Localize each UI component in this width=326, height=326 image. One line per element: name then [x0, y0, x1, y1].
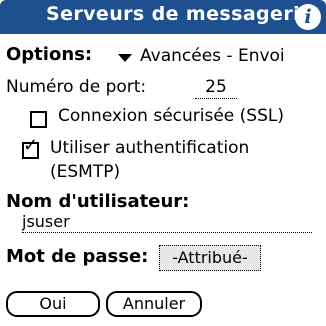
title-bar: Serveurs de messagerie i: [0, 0, 326, 34]
info-icon[interactable]: i: [295, 4, 321, 30]
password-label: Mot de passe:: [6, 246, 149, 267]
password-selector[interactable]: -Attribué-: [159, 245, 261, 271]
form-title: Serveurs de messagerie: [46, 3, 314, 25]
options-selector[interactable]: Avancées - Envoi: [140, 46, 285, 66]
options-label: Options:: [6, 44, 93, 65]
auth-label-line2[interactable]: (ESMTP): [50, 162, 120, 182]
chevron-down-icon[interactable]: [118, 54, 132, 62]
auth-label[interactable]: Utiliser authentification: [50, 138, 249, 158]
preferences-form: Serveurs de messagerie i Options: Avancé…: [0, 0, 326, 326]
username-label: Nom d'utilisateur:: [6, 191, 190, 212]
port-label: Numéro de port:: [6, 77, 147, 97]
cancel-button[interactable]: Annuler: [106, 291, 202, 317]
port-field[interactable]: 25: [195, 77, 237, 99]
ssl-checkbox[interactable]: [30, 111, 47, 128]
username-field[interactable]: jsuser: [22, 212, 312, 233]
auth-checkbox[interactable]: ✓: [22, 136, 39, 159]
ssl-label[interactable]: Connexion sécurisée (SSL): [58, 106, 284, 126]
check-icon: ✓: [23, 135, 39, 156]
ok-button[interactable]: Oui: [6, 291, 100, 317]
